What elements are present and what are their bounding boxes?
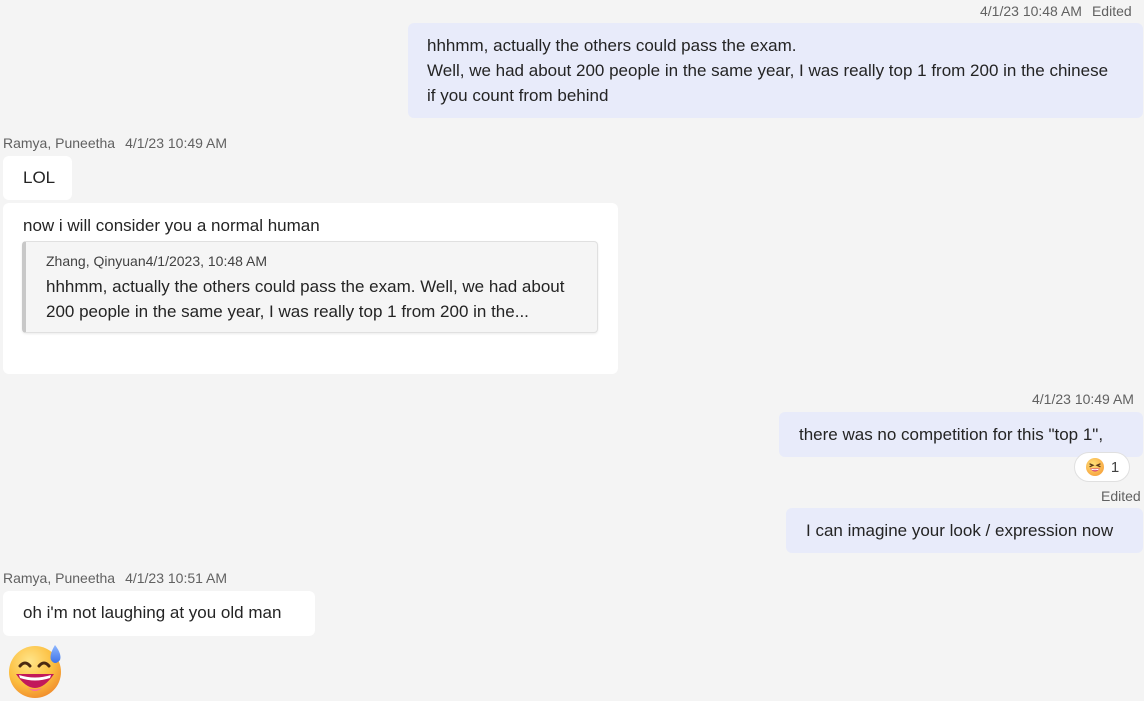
message-text: LOL (23, 168, 56, 187)
message-meta: 4/1/23 10:49 AM (1032, 391, 1134, 407)
quoted-text: hhhmm, actually the others could pass th… (46, 274, 585, 324)
edited-label: Edited (1091, 3, 1132, 19)
message-meta: Ramya, Puneetha 4/1/23 10:51 AM (3, 570, 227, 586)
message-bubble-own[interactable]: hhhmm, actually the others could pass th… (408, 23, 1143, 118)
quoted-timestamp: 4/1/2023, 10:48 AM (145, 253, 268, 269)
message-meta: 4/1/23 10:48 AM Edited (980, 3, 1132, 19)
quoted-sender: Zhang, Qinyuan (46, 253, 146, 269)
message-meta: Ramya, Puneetha 4/1/23 10:49 AM (3, 135, 227, 151)
message-text: I can imagine your look / expression now (806, 521, 1114, 540)
message-timestamp: 4/1/23 10:49 AM (125, 135, 228, 151)
message-bubble-other[interactable]: now i will consider you a normal human Z… (3, 203, 618, 374)
message-meta: Edited (1101, 488, 1141, 504)
laughing-face-emoji-icon (1085, 458, 1104, 476)
edited-label: Edited (1101, 488, 1141, 504)
message-text-line: hhhmm, actually the others could pass th… (427, 36, 797, 55)
quoted-text-line: 200 people in the same year, I was reall… (46, 302, 529, 321)
chat-thread: 4/1/23 10:48 AM Edited hhhmm, actually th… (0, 0, 1144, 701)
message-text: now i will consider you a normal human (23, 216, 320, 235)
grinning-sweat-emoji-icon[interactable] (6, 640, 66, 700)
message-bubble-other[interactable]: oh i'm not laughing at you old man (3, 591, 315, 636)
message-text: oh i'm not laughing at you old man (23, 603, 282, 622)
message-timestamp: 4/1/23 10:48 AM (980, 3, 1082, 19)
message-text-line: if you count from behind (427, 86, 609, 105)
reaction-pill[interactable]: 1 (1074, 452, 1130, 482)
sender-name: Ramya, Puneetha (3, 135, 116, 151)
quoted-message-meta: Zhang, Qinyuan4/1/2023, 10:48 AM (46, 252, 585, 270)
message-text: there was no competition for this "top 1… (799, 425, 1104, 444)
quoted-message[interactable]: Zhang, Qinyuan4/1/2023, 10:48 AM hhhmm, … (22, 241, 598, 333)
sender-name: Ramya, Puneetha (3, 570, 116, 586)
message-bubble-own[interactable]: there was no competition for this "top 1… (779, 412, 1143, 457)
reaction-count: 1 (1110, 458, 1120, 476)
message-timestamp: 4/1/23 10:51 AM (125, 570, 228, 586)
message-bubble-other[interactable]: LOL (3, 156, 72, 200)
quoted-text-line: hhhmm, actually the others could pass th… (46, 277, 565, 296)
message-timestamp: 4/1/23 10:49 AM (1032, 391, 1134, 407)
message-text-line: Well, we had about 200 people in the sam… (427, 61, 1109, 80)
message-bubble-own[interactable]: I can imagine your look / expression now (786, 508, 1143, 553)
